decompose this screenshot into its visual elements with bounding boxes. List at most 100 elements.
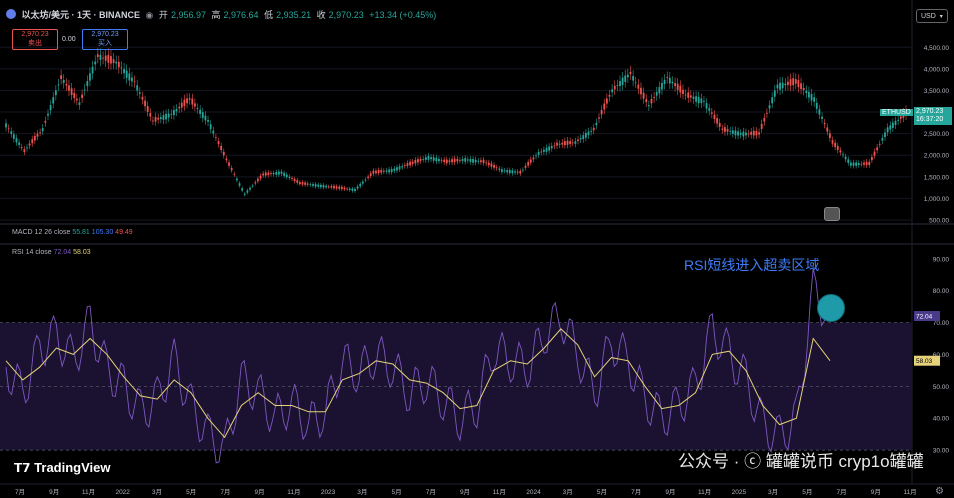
candle-body bbox=[270, 173, 272, 175]
candle-body bbox=[138, 92, 141, 94]
candle-body bbox=[359, 183, 362, 187]
time-tick-label: 3月 bbox=[357, 488, 367, 496]
candle-body bbox=[886, 127, 889, 133]
low-label: 低 bbox=[264, 10, 274, 20]
candle-body bbox=[605, 98, 608, 104]
candle-body bbox=[280, 171, 283, 174]
candle-body bbox=[642, 92, 645, 99]
candle-body bbox=[519, 170, 522, 174]
candle-body bbox=[348, 188, 351, 190]
candle-body bbox=[380, 170, 383, 173]
candle-body bbox=[459, 160, 461, 161]
candle-body bbox=[372, 170, 375, 174]
candle-body bbox=[10, 131, 13, 134]
candle-body bbox=[658, 86, 661, 94]
candle-body bbox=[634, 82, 637, 84]
candle-body bbox=[44, 120, 47, 123]
candle-body bbox=[254, 182, 257, 184]
candle-body bbox=[891, 122, 894, 128]
candle-body bbox=[41, 128, 44, 132]
rsi-legend[interactable]: RSI 14 close 72.04 58.03 bbox=[12, 249, 91, 256]
candle-body bbox=[842, 154, 844, 156]
spread-value: 0.00 bbox=[62, 36, 76, 43]
symbol-title[interactable]: 以太坊/美元 · 1天 · BINANCE bbox=[22, 10, 141, 20]
candle-body bbox=[721, 128, 724, 130]
candle-body bbox=[787, 81, 789, 85]
candle-body bbox=[414, 159, 417, 164]
macd-value-3: 49.49 bbox=[115, 229, 133, 236]
candle-series bbox=[5, 47, 907, 197]
candle-body bbox=[535, 155, 537, 157]
candle-body bbox=[640, 87, 642, 95]
candle-body bbox=[73, 92, 76, 99]
candle-body bbox=[647, 105, 650, 107]
flag-icon[interactable] bbox=[824, 207, 840, 221]
buy-button[interactable]: 2,970.23 买入 bbox=[82, 29, 128, 50]
rsi-tick-label: 40.00 bbox=[933, 416, 950, 423]
candle-body bbox=[251, 185, 254, 187]
candle-body bbox=[810, 94, 813, 101]
candle-body bbox=[802, 87, 805, 91]
candle-body bbox=[818, 109, 821, 115]
time-tick-label: 5月 bbox=[391, 488, 401, 496]
candle-body bbox=[661, 82, 663, 90]
candle-body bbox=[543, 149, 545, 152]
candle-body bbox=[563, 141, 566, 146]
buy-price: 2,970.23 bbox=[91, 31, 119, 38]
candle-body bbox=[333, 185, 335, 189]
candle-body bbox=[687, 92, 690, 98]
candle-body bbox=[427, 155, 430, 160]
candle-body bbox=[876, 147, 879, 151]
candle-body bbox=[524, 165, 527, 168]
candle-body bbox=[745, 132, 747, 136]
candle-body bbox=[68, 85, 70, 91]
candle-body bbox=[566, 140, 569, 145]
candle-body bbox=[718, 122, 721, 127]
currency-select[interactable]: USD ▾ bbox=[916, 9, 948, 23]
candle-body bbox=[889, 125, 892, 130]
candle-body bbox=[626, 74, 629, 78]
candle-body bbox=[175, 108, 178, 112]
candle-body bbox=[438, 159, 440, 162]
sell-button[interactable]: 2,970.23 卖出 bbox=[12, 29, 58, 50]
time-tick-label: 2024 bbox=[526, 489, 541, 496]
candle-body bbox=[868, 161, 871, 166]
candle-body bbox=[78, 102, 81, 105]
eye-icon[interactable]: ◉ bbox=[146, 10, 154, 20]
candle-body bbox=[230, 168, 233, 171]
candle-body bbox=[461, 159, 464, 162]
symbol-price-tag: ETHUSD bbox=[880, 109, 913, 116]
candle-body bbox=[863, 162, 865, 165]
settings-icon[interactable]: ⚙ bbox=[935, 486, 944, 497]
candle-body bbox=[36, 133, 39, 137]
macd-legend[interactable]: MACD 12 26 close 55.81 105.30 49.49 bbox=[12, 229, 133, 236]
candle-body bbox=[26, 147, 28, 149]
candle-body bbox=[666, 77, 669, 78]
candle-body bbox=[860, 163, 863, 165]
candle-body bbox=[390, 169, 393, 173]
candle-body bbox=[734, 130, 737, 136]
candle-body bbox=[141, 96, 144, 100]
candle-body bbox=[65, 83, 68, 86]
candle-body bbox=[881, 138, 884, 141]
candle-body bbox=[682, 89, 684, 95]
symbol-logo-icon[interactable] bbox=[6, 9, 16, 19]
candle-body bbox=[91, 66, 94, 74]
candle-body bbox=[545, 147, 548, 152]
candle-body bbox=[430, 157, 432, 160]
candle-body bbox=[167, 113, 170, 118]
candle-body bbox=[222, 151, 225, 156]
price-tick-label: 1,000.00 bbox=[924, 196, 950, 203]
candle-body bbox=[514, 171, 516, 173]
candle-body bbox=[54, 90, 57, 96]
sell-label: 卖出 bbox=[28, 40, 42, 47]
candle-body bbox=[613, 85, 616, 90]
candle-body bbox=[356, 186, 359, 189]
candle-body bbox=[233, 174, 236, 176]
candle-body bbox=[5, 123, 7, 128]
price-tick-label: 3,500.00 bbox=[924, 88, 950, 95]
candle-body bbox=[752, 130, 755, 136]
candle-body bbox=[102, 57, 104, 59]
candle-body bbox=[288, 176, 291, 178]
candle-body bbox=[99, 54, 102, 60]
